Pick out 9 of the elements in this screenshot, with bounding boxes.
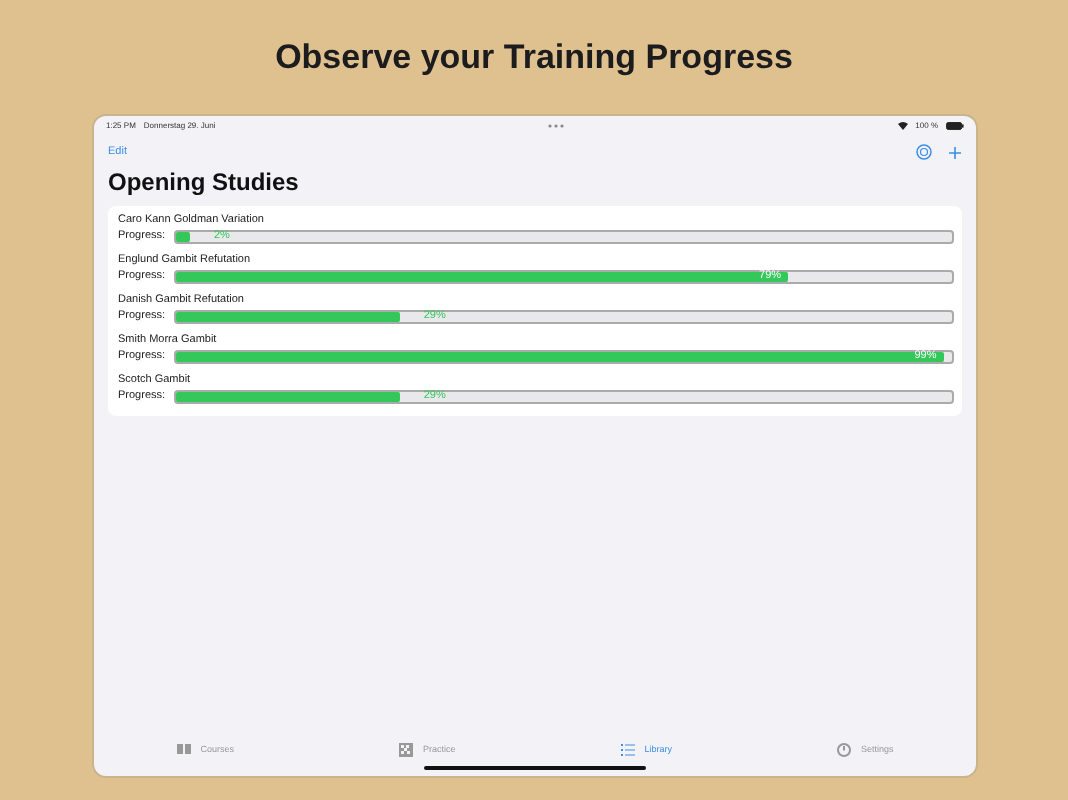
wifi-icon [897,122,908,130]
checkerboard-icon [398,742,415,758]
battery-icon [946,122,964,130]
book-icon [176,742,193,758]
add-icon[interactable] [948,145,962,160]
headline: Observe your Training Progress [275,35,793,80]
list-icon [620,742,637,758]
info-icon[interactable] [916,144,932,161]
page-title: Opening Studies [108,168,299,197]
